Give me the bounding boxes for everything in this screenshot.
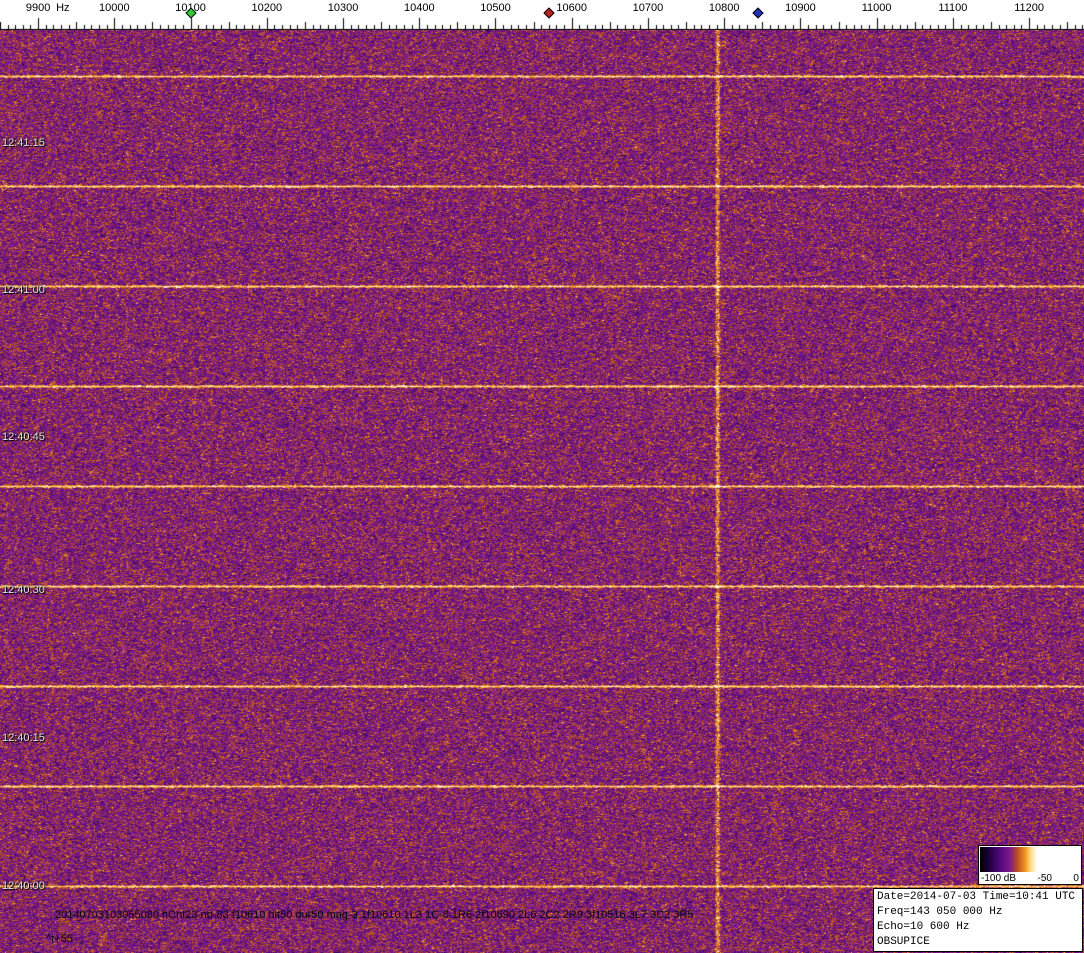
- info-echo-line: Echo=10 600 Hz: [877, 920, 1079, 935]
- time-label: 12:40:45: [2, 431, 45, 443]
- observation-info-box: Date=2014-07-03 Time=10:41 UTC Freq=143 …: [873, 888, 1083, 952]
- time-offset-label: ^t+55: [46, 933, 73, 945]
- time-label: 12:40:15: [2, 732, 45, 744]
- spectrogram-canvas[interactable]: [0, 30, 1084, 953]
- info-date-line: Date=2014-07-03 Time=10:41 UTC: [877, 890, 1079, 905]
- detection-annotation: 20140703103955080 hCnt23 nb-83 f10610 hi…: [55, 909, 694, 921]
- info-station-line: OBSUPICE: [877, 935, 1079, 950]
- time-label: 12:40:30: [2, 584, 45, 596]
- colorbar-gradient: [980, 847, 1080, 872]
- time-label: 12:40:00: [2, 880, 45, 892]
- colorbar-mid-label: -50: [1038, 873, 1052, 884]
- info-frequency-line: Freq=143 050 000 Hz: [877, 905, 1079, 920]
- colorbar-legend: -100 dB -50 0: [978, 845, 1082, 885]
- colorbar-max-label: 0: [1073, 873, 1079, 884]
- time-label: 12:41:00: [2, 284, 45, 296]
- time-label: 12:41:15: [2, 137, 45, 149]
- meteor-spectrogram-window: 9900100001010010200103001040010500106001…: [0, 0, 1084, 953]
- colorbar-min-label: -100 dB: [981, 873, 1016, 884]
- waterfall-area[interactable]: 12:41:15 12:41:00 12:40:45 12:40:30 12:40:15…: [0, 30, 1084, 953]
- colorbar-labels: -100 dB -50 0: [979, 872, 1081, 884]
- frequency-ruler[interactable]: 9900100001010010200103001040010500106001…: [0, 0, 1084, 30]
- ruler-ticks: [0, 0, 1084, 30]
